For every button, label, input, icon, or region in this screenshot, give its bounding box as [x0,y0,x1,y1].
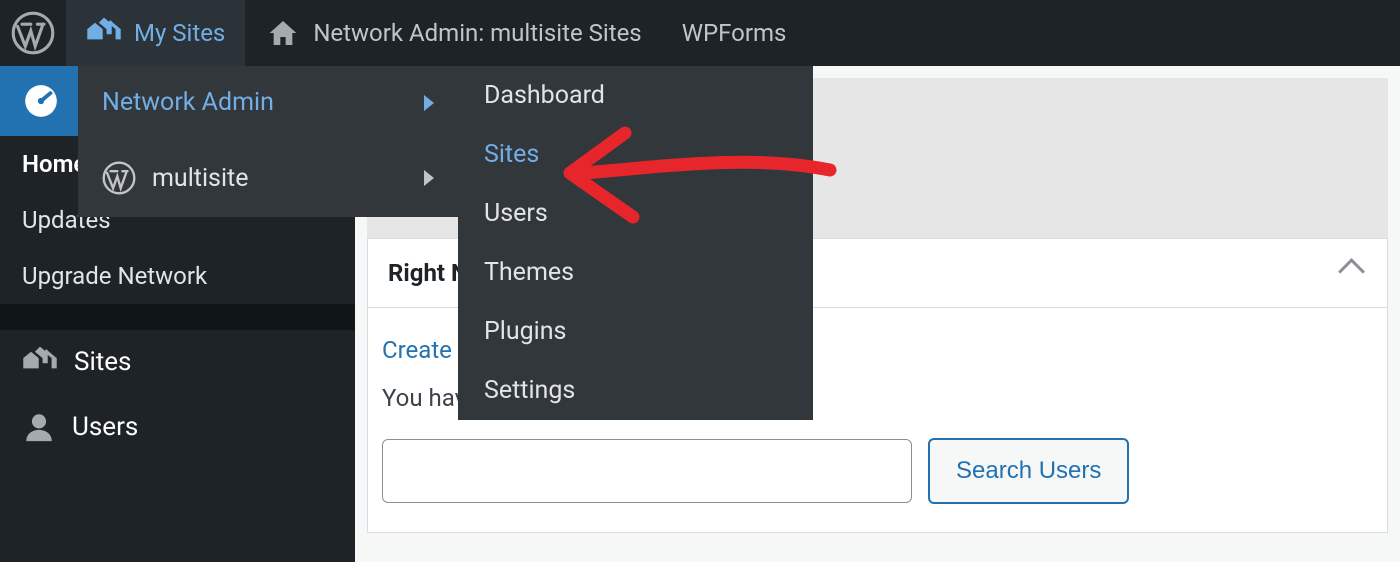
admin-bar-site-title[interactable]: Network Admin: multisite Sites [245,0,661,66]
chevron-right-icon [424,95,434,111]
search-row: Search Users [382,438,1373,504]
user-icon [22,410,56,444]
wordpress-icon [102,161,136,195]
search-users-input[interactable] [382,439,912,503]
houses-icon [86,17,122,49]
dashboard-icon [22,82,60,120]
sidebar-divider [0,304,355,330]
home-icon [265,17,301,49]
wpforms-label: WPForms [682,19,787,47]
flyout-multisite[interactable]: multisite [78,139,458,217]
sidebar-label: Users [72,412,138,442]
admin-bar: My Sites Network Admin: multisite Sites … [0,0,1400,66]
search-users-button[interactable]: Search Users [928,438,1129,504]
sidebar-sites[interactable]: Sites [0,330,355,394]
submenu-sites[interactable]: Sites [458,125,813,184]
flyout-label: multisite [152,164,248,193]
site-title-label: Network Admin: multisite Sites [313,19,641,47]
submenu-themes[interactable]: Themes [458,243,813,302]
admin-bar-wpforms[interactable]: WPForms [662,0,807,66]
submenu-dashboard[interactable]: Dashboard [458,66,813,125]
submenu-settings[interactable]: Settings [458,361,813,420]
collapse-toggle[interactable] [1336,253,1367,293]
admin-bar-label: My Sites [134,19,225,47]
submenu-users[interactable]: Users [458,184,813,243]
network-admin-submenu: Dashboard Sites Users Themes Plugins Set… [458,66,813,420]
flyout-network-admin[interactable]: Network Admin [78,66,458,139]
sidebar-upgrade-network[interactable]: Upgrade Network [0,248,355,304]
my-sites-flyout: Network Admin multisite [78,66,458,217]
houses-icon [22,346,58,378]
sidebar-label: Sites [74,347,131,377]
submenu-plugins[interactable]: Plugins [458,302,813,361]
flyout-label: Network Admin [102,88,274,117]
wordpress-logo[interactable] [0,0,66,66]
admin-bar-my-sites[interactable]: My Sites [66,0,245,66]
wordpress-icon [11,11,55,55]
sidebar-users[interactable]: Users [0,394,355,460]
chevron-right-icon [424,170,434,186]
